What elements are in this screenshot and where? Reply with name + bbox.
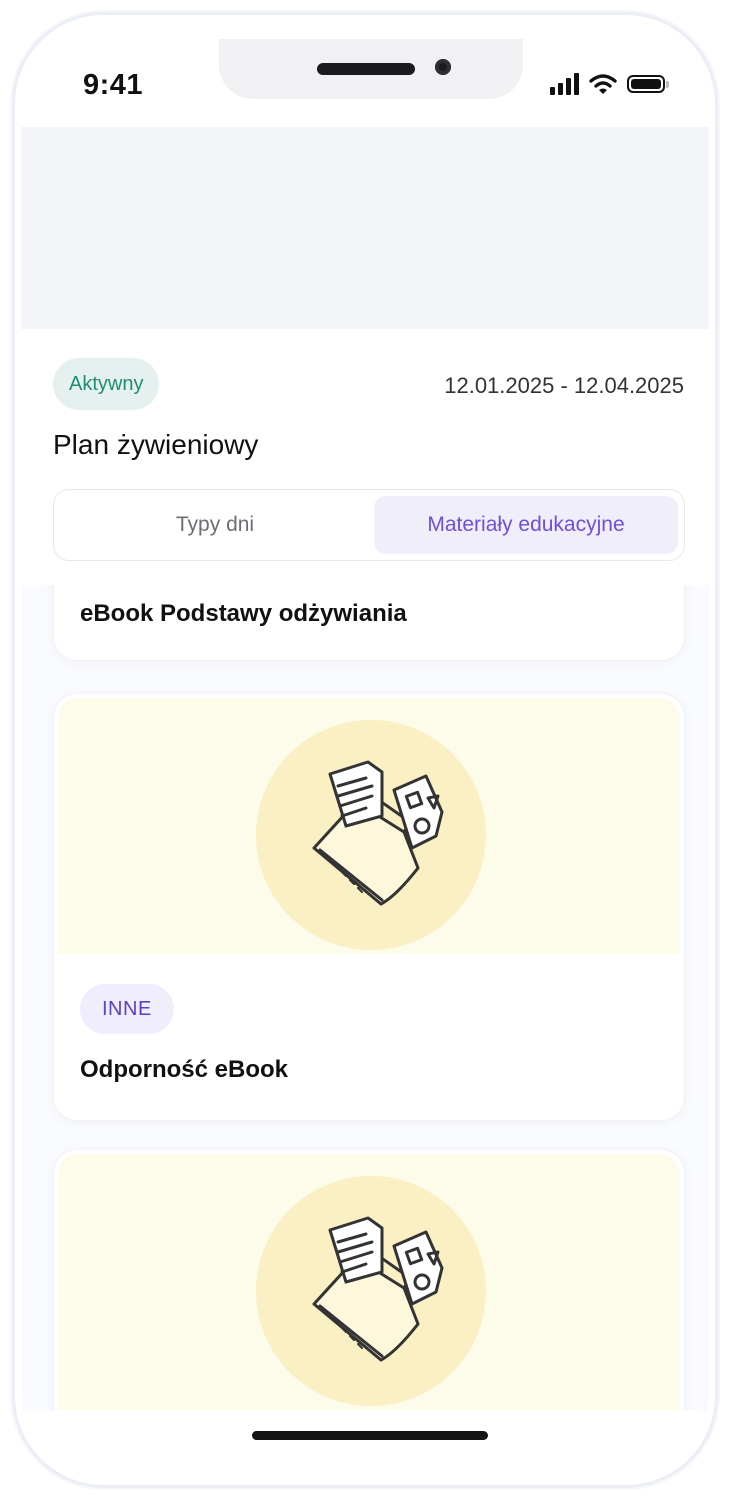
material-card[interactable]: eBook Podstawy odżywiania: [53, 585, 685, 661]
phone-frame: 9:41 Aktywny 12.01.2025 - 12.04.2025 Pla…: [12, 12, 718, 1488]
wifi-icon: [589, 74, 617, 94]
thumbnail-circle: [256, 720, 486, 950]
status-time: 9:41: [83, 69, 144, 101]
status-badge: Aktywny: [53, 358, 160, 410]
material-thumbnail: [58, 698, 680, 954]
tab-day-types[interactable]: Typy dni: [60, 496, 370, 554]
materials-list: eBook Podstawy odżywiania INNE Odporność…: [21, 585, 709, 1479]
page-title: Plan żywieniowy: [53, 429, 259, 460]
front-camera: [435, 59, 451, 75]
thumbnail-circle: [256, 1176, 486, 1406]
plan-date-range: 12.01.2025 - 12.04.2025: [444, 373, 684, 398]
material-title: Odporność eBook: [80, 1056, 289, 1083]
home-indicator[interactable]: [252, 1431, 488, 1440]
notch: [219, 39, 523, 99]
tab-educational-materials[interactable]: Materiały edukacyjne: [374, 496, 678, 554]
tab-bar: Typy dni Materiały edukacyjne: [53, 489, 685, 561]
home-indicator-area: [21, 1411, 709, 1479]
plan-banner-image: [21, 127, 709, 329]
material-card[interactable]: INNE Odporność eBook: [53, 693, 685, 1121]
folder-documents-icon: [312, 1216, 444, 1362]
material-thumbnail: [58, 1154, 680, 1410]
plan-header: Aktywny 12.01.2025 - 12.04.2025 Plan żyw…: [21, 329, 709, 585]
speaker: [317, 63, 415, 75]
category-badge: INNE: [80, 984, 174, 1034]
status-icons: [550, 73, 669, 95]
battery-icon: [627, 75, 669, 93]
material-title: eBook Podstawy odżywiania: [80, 600, 407, 627]
status-bar: 9:41: [21, 21, 709, 133]
signal-icon: [550, 73, 579, 95]
screen: 9:41 Aktywny 12.01.2025 - 12.04.2025 Pla…: [21, 21, 709, 1479]
folder-documents-icon: [312, 760, 444, 906]
